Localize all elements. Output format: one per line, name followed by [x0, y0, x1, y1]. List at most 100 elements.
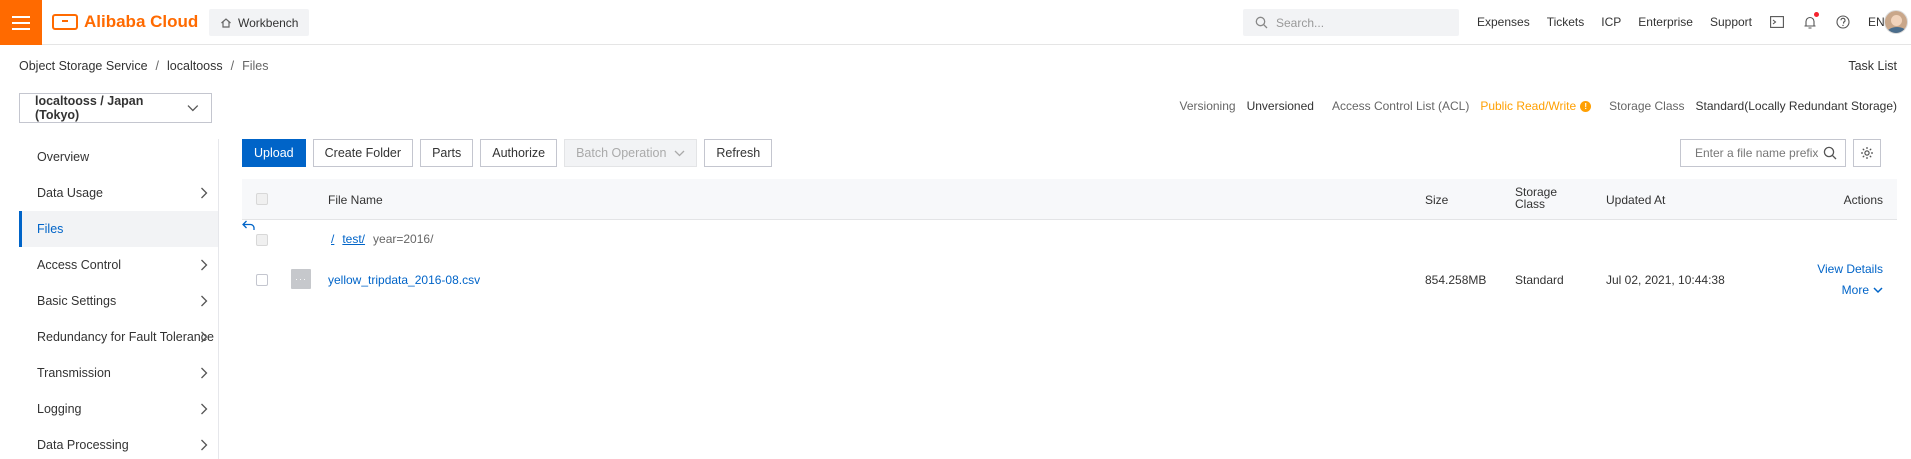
chevron-right-icon [201, 295, 208, 307]
notification-dot [1814, 12, 1820, 17]
more-actions-label: More [1841, 283, 1869, 297]
sidebar-item-data-usage[interactable]: Data Usage [19, 175, 218, 211]
upload-button[interactable]: Upload [242, 139, 306, 167]
terminal-icon[interactable] [1769, 14, 1785, 30]
chevron-right-icon [201, 187, 208, 199]
select-all-checkbox [256, 193, 268, 205]
help-icon[interactable] [1835, 14, 1851, 30]
file-search-placeholder: Enter a file name prefix [1695, 146, 1819, 160]
column-updated-at: Updated At [1606, 193, 1666, 207]
sidebar-item-basic-settings[interactable]: Basic Settings [19, 283, 218, 319]
bucket-sidebar: Overview Data Usage Files Access Control… [19, 139, 219, 459]
sidebar-item-files[interactable]: Files [19, 211, 218, 247]
refresh-button[interactable]: Refresh [704, 139, 773, 167]
sidebar-item-label: Transmission [37, 366, 111, 380]
breadcrumb-oss[interactable]: Object Storage Service [19, 59, 148, 73]
file-storage-class: Standard [1515, 273, 1564, 287]
warning-icon[interactable]: ! [1580, 100, 1592, 112]
nav-enterprise[interactable]: Enterprise [1638, 15, 1693, 29]
versioning-value: Unversioned [1246, 99, 1314, 113]
sidebar-item-overview[interactable]: Overview [19, 139, 218, 175]
file-toolbar: Upload Create Folder Parts Authorize Bat… [242, 139, 773, 167]
nav-icp[interactable]: ICP [1601, 15, 1621, 29]
search-icon [1255, 16, 1268, 29]
global-search-input[interactable]: Search... [1243, 9, 1459, 36]
alibaba-cloud-logo-mark [52, 14, 78, 30]
file-updated-at: Jul 02, 2021, 10:44:38 [1606, 273, 1725, 287]
sidebar-item-label: Data Usage [37, 186, 104, 200]
breadcrumb-separator: / [155, 59, 160, 73]
chevron-down-icon [1873, 286, 1883, 293]
parts-button[interactable]: Parts [420, 139, 474, 167]
create-folder-button[interactable]: Create Folder [312, 139, 414, 167]
home-icon [221, 17, 231, 28]
nav-support[interactable]: Support [1710, 15, 1752, 29]
back-arrow-icon[interactable] [242, 220, 255, 231]
breadcrumb-files: Files [242, 59, 269, 73]
path-root-link[interactable]: / [331, 232, 334, 246]
chevron-right-icon [201, 439, 208, 451]
chevron-right-icon [201, 367, 208, 379]
bucket-select-value: localtooss / Japan (Tokyo) [35, 94, 144, 122]
language-switch[interactable]: EN [1868, 15, 1885, 29]
sidebar-item-label: Basic Settings [37, 294, 117, 308]
bucket-info-bar: Versioning Unversioned Access Control Li… [1180, 99, 1897, 113]
user-avatar[interactable] [1884, 10, 1908, 34]
authorize-button[interactable]: Authorize [480, 139, 558, 167]
workbench-button[interactable]: Workbench [209, 9, 310, 36]
table-header: File Name Size Storage Class Updated At … [242, 179, 1897, 220]
storage-class-label: Storage Class [1609, 99, 1685, 113]
brand-name: Alibaba Cloud [84, 12, 199, 31]
storage-class-value: Standard(Locally Redundant Storage) [1695, 99, 1897, 113]
hamburger-menu-icon[interactable] [0, 0, 42, 45]
path-breadcrumb: / test/ year=2016/ [331, 232, 433, 246]
acl-label: Access Control List (ACL) [1331, 99, 1470, 113]
chevron-right-icon [201, 331, 208, 343]
sidebar-item-label: Redundancy for Fault Tolerance [37, 330, 214, 344]
more-actions-dropdown[interactable]: More [1842, 283, 1883, 297]
sidebar-item-label: Files [37, 222, 64, 236]
sidebar-item-label: Access Control [37, 258, 122, 272]
sidebar-item-label: Data Processing [37, 438, 129, 452]
file-type-icon: ··· [291, 269, 311, 289]
column-actions: Actions [1843, 193, 1883, 207]
table-row[interactable]: ··· yellow_tripdata_2016-08.csv 854.258M… [242, 259, 1897, 301]
path-folder-link[interactable]: test/ [342, 232, 365, 246]
top-nav: Expenses Tickets ICP Enterprise Support … [1477, 12, 1902, 30]
breadcrumb: Object Storage Service / localtooss / Fi… [19, 59, 269, 73]
acl-value: Public Read/Write [1480, 99, 1577, 113]
file-name-link[interactable]: yellow_tripdata_2016-08.csv [328, 273, 480, 287]
column-storage-class: Storage Class [1515, 185, 1558, 211]
nav-expenses[interactable]: Expenses [1477, 15, 1530, 29]
search-placeholder: Search... [1276, 15, 1325, 30]
table-settings-button[interactable] [1853, 139, 1881, 167]
sidebar-item-access-control[interactable]: Access Control [19, 247, 218, 283]
path-row: / test/ year=2016/ [242, 220, 1897, 259]
versioning-label: Versioning [1179, 99, 1236, 113]
row-checkbox[interactable] [256, 274, 268, 286]
path-row-checkbox [256, 234, 268, 246]
sidebar-item-transmission[interactable]: Transmission [19, 355, 218, 391]
alibaba-cloud-logo[interactable]: Alibaba Cloud [52, 12, 198, 32]
sidebar-item-logging[interactable]: Logging [19, 391, 218, 427]
nav-tickets[interactable]: Tickets [1547, 15, 1585, 29]
sidebar-item-label: Overview [37, 150, 90, 164]
bell-icon[interactable] [1802, 12, 1820, 30]
task-list-link[interactable]: Task List [1848, 59, 1897, 73]
view-details-link[interactable]: View Details [1817, 262, 1883, 276]
file-size: 854.258MB [1425, 273, 1487, 287]
chevron-down-icon [187, 105, 199, 112]
path-current: year=2016/ [373, 232, 434, 246]
bucket-region-select[interactable]: localtooss / Japan (Tokyo) [19, 93, 212, 123]
breadcrumb-separator: / [230, 59, 235, 73]
column-file-name: File Name [328, 193, 383, 207]
breadcrumb-bucket[interactable]: localtooss [167, 59, 223, 73]
chevron-down-icon [674, 150, 685, 156]
file-prefix-search-input[interactable]: Enter a file name prefix [1680, 139, 1846, 167]
sidebar-item-redundancy[interactable]: Redundancy for Fault Tolerance [19, 319, 218, 355]
sidebar-item-data-processing[interactable]: Data Processing [19, 427, 218, 459]
sidebar-item-label: Logging [37, 402, 82, 416]
file-table: File Name Size Storage Class Updated At … [242, 179, 1897, 301]
search-icon[interactable] [1823, 146, 1837, 160]
chevron-right-icon [201, 403, 208, 415]
